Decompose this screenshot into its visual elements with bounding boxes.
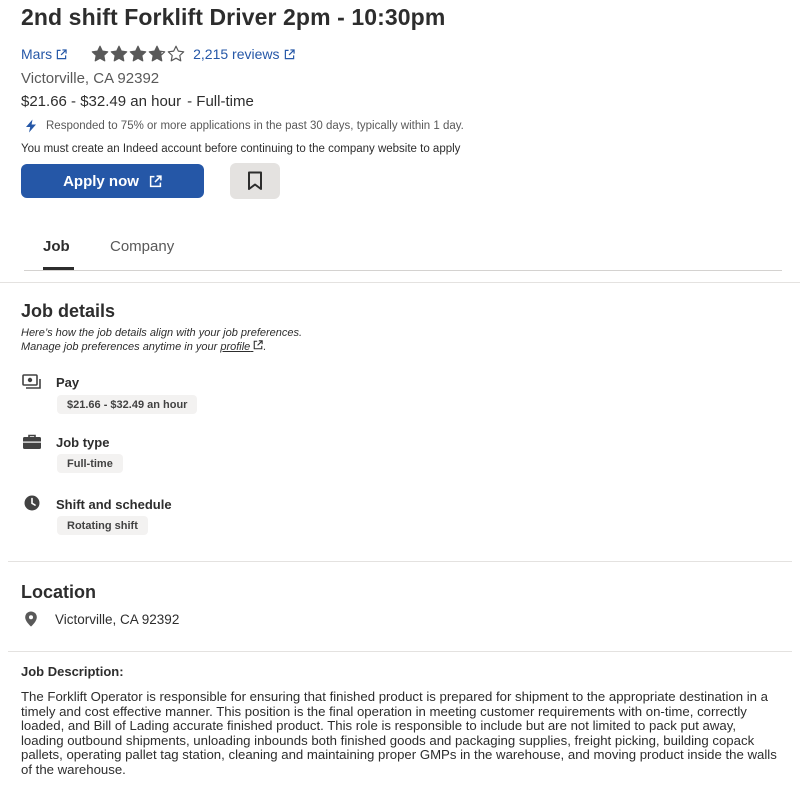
section-divider <box>8 651 792 652</box>
job-details-heading: Job details <box>21 301 116 321</box>
rating-stars <box>91 45 185 63</box>
clock-icon <box>24 495 40 511</box>
star-icon <box>148 45 166 62</box>
money-icon <box>22 374 41 389</box>
apply-now-button[interactable]: Apply now <box>21 164 204 198</box>
section-divider <box>0 282 800 283</box>
tab-company[interactable]: Company <box>110 238 174 255</box>
job-description-heading: Job Description: <box>21 664 124 679</box>
star-icon <box>129 45 147 62</box>
company-link[interactable]: Mars <box>21 46 67 62</box>
job-view-page: 2nd shift Forklift Driver 2pm - 10:30pm … <box>0 0 800 800</box>
job-type-text: - Full-time <box>187 93 254 110</box>
job-details-note-suffix: . <box>263 341 267 353</box>
job-details-note-line1: Here’s how the job details align with yo… <box>21 327 303 339</box>
job-details-note: Here’s how the job details align with yo… <box>21 326 302 354</box>
job-type-label: Job type <box>56 435 110 450</box>
star-icon <box>167 45 185 62</box>
company-row: Mars 2,215 reviews <box>21 44 295 64</box>
location-heading: Location <box>21 582 96 602</box>
salary-text: $21.66 - $32.49 an hour <box>21 93 182 110</box>
job-location: Victorville, CA 92392 <box>21 70 160 87</box>
location-row: Victorville, CA 92392 <box>24 611 179 627</box>
bookmark-icon <box>248 171 262 190</box>
active-tab-indicator <box>43 267 74 270</box>
external-link-icon <box>56 48 67 59</box>
responsiveness-text: Responded to 75% or more applications in… <box>46 120 464 132</box>
lightning-bolt-icon <box>26 119 36 133</box>
company-name: Mars <box>21 46 53 62</box>
pay-label: Pay <box>56 375 80 390</box>
job-tabs: Job Company <box>24 230 782 271</box>
reviews-link[interactable]: 2,215 reviews <box>193 46 295 62</box>
job-type-value-pill: Full-time <box>57 454 123 473</box>
profile-link[interactable]: profile <box>220 340 264 353</box>
account-notice: You must create an Indeed account before… <box>21 143 461 155</box>
map-pin-icon <box>25 611 37 627</box>
salary-line: $21.66 - $32.49 an hour - Full-time <box>21 93 254 110</box>
star-icon <box>91 45 109 62</box>
pay-value-pill: $21.66 - $32.49 an hour <box>57 395 198 414</box>
job-description-body: The Forklift Operator is responsible for… <box>21 689 777 777</box>
external-link-icon <box>254 340 264 350</box>
profile-link-label: profile <box>220 341 251 353</box>
shift-label: Shift and schedule <box>56 497 172 512</box>
job-title: 2nd shift Forklift Driver 2pm - 10:30pm <box>21 4 446 30</box>
job-details-note-prefix: Manage job preferences anytime in your <box>21 341 218 353</box>
apply-button-label: Apply now <box>63 172 139 190</box>
responsiveness-note: Responded to 75% or more applications in… <box>24 119 464 133</box>
shift-value-pill: Rotating shift <box>57 516 148 535</box>
location-value: Victorville, CA 92392 <box>55 611 180 627</box>
job-details-note-line2: Manage job preferences anytime in your p… <box>21 340 302 354</box>
section-divider <box>8 561 792 562</box>
star-icon <box>110 45 128 62</box>
briefcase-icon <box>23 434 41 449</box>
save-job-button[interactable] <box>230 163 280 199</box>
external-link-icon <box>284 48 295 59</box>
reviews-count: 2,215 reviews <box>193 46 280 62</box>
external-link-icon <box>149 174 162 187</box>
tab-job[interactable]: Job <box>43 238 70 255</box>
